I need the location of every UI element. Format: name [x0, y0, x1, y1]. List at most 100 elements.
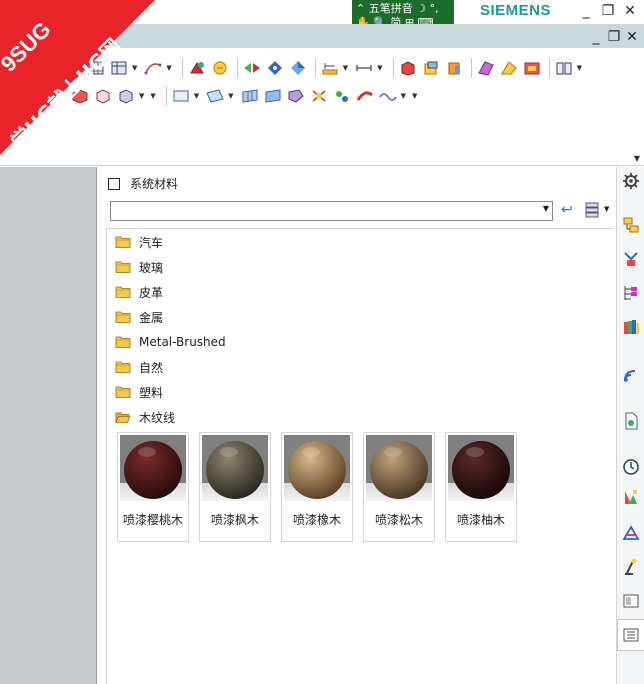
resource-bar [616, 167, 644, 684]
constraint-navigator-icon[interactable] [621, 249, 641, 269]
ruler-icon[interactable] [354, 59, 374, 77]
assembly-navigator-icon[interactable] [621, 215, 641, 235]
wave-icon[interactable] [378, 87, 398, 105]
cylinder-icon[interactable] [444, 59, 464, 77]
rect-icon[interactable] [171, 87, 191, 105]
folder-label: Metal-Brushed [139, 335, 226, 349]
plane-icon[interactable] [205, 87, 225, 105]
part-navigator-icon[interactable] [621, 283, 641, 303]
reuse-library-icon[interactable] [621, 317, 641, 337]
system-materials-icon[interactable] [621, 487, 641, 507]
material-tile[interactable]: 喷漆橡木 [281, 432, 353, 542]
ribbon-toolbar: ▼ ▼ ▼ ▼ ▼ ▼ ▼ ▼ ▼ ▼ ▼ ▼ [0, 48, 644, 166]
sweep-icon[interactable] [499, 59, 519, 77]
material-tile[interactable]: 喷漆枫木 [199, 432, 271, 542]
history-icon[interactable] [621, 457, 641, 477]
chevron-down-icon[interactable]: ▼ [543, 204, 549, 213]
toolbar-row-2: ▼ ▼ ▼ ▼ ▼ ▼ [70, 84, 423, 108]
close-button[interactable]: ✕ [620, 1, 640, 21]
minimize-button[interactable]: _ [576, 1, 596, 21]
solid-icon[interactable] [70, 87, 90, 105]
grid-icon[interactable] [86, 59, 106, 77]
panel-checkbox[interactable] [108, 177, 120, 190]
folder-icon [115, 235, 131, 249]
material-tile[interactable]: 喷漆松木 [363, 432, 435, 542]
materials-list: 汽车 玻璃 皮革 金属 Metal-Brushed 自然 塑料 木纹线 喷漆樱桃木 喷漆枫木 喷漆… [106, 228, 614, 684]
patch-icon[interactable] [263, 87, 283, 105]
table-icon[interactable] [109, 59, 129, 77]
joint-icon[interactable] [332, 87, 352, 105]
table-dropdown[interactable]: ▼ [132, 64, 137, 72]
web-browser-icon[interactable] [621, 411, 641, 431]
measure-dropdown[interactable]: ▼ [343, 64, 348, 72]
folder-item[interactable]: Metal-Brushed [115, 332, 226, 352]
shell-icon[interactable] [116, 87, 136, 105]
hd3d-tools-icon[interactable] [621, 365, 641, 385]
view-mode-dropdown[interactable]: ▼ [604, 205, 609, 213]
folder-icon [115, 335, 131, 349]
folder-item[interactable]: 汽车 [115, 232, 163, 252]
folder-label: 玻璃 [139, 260, 164, 275]
palette-library-icon[interactable] [621, 625, 641, 645]
view-mode-icon[interactable] [584, 201, 600, 219]
blend-icon[interactable] [286, 87, 306, 105]
folder-item[interactable]: 金属 [115, 307, 163, 327]
material-preview-image [448, 435, 514, 501]
ribbon-expand-arrow[interactable]: ▼ [634, 154, 640, 163]
extrude-icon[interactable] [398, 59, 418, 77]
roles-icon[interactable] [621, 591, 641, 611]
wave-more-dropdown[interactable]: ▼ [412, 92, 417, 100]
restore-button[interactable]: ❐ [598, 1, 618, 21]
folder-icon [115, 310, 131, 324]
material-tiles: 喷漆樱桃木 喷漆枫木 喷漆橡木 喷漆松木 喷漆柚木 [117, 432, 527, 542]
light-icon[interactable] [210, 59, 230, 77]
measure-icon[interactable] [320, 59, 340, 77]
back-icon[interactable]: ↩ [561, 201, 577, 219]
wave-dropdown[interactable]: ▼ [401, 92, 406, 100]
system-materials-panel: 系统材料 ▼ ↩ ▼ 汽车 玻璃 皮革 金属 Metal-Brushed 自然 塑料 木纹线 … [98, 167, 616, 684]
render-icon[interactable] [187, 59, 207, 77]
material-preview-image [202, 435, 268, 501]
rect-dropdown[interactable]: ▼ [194, 92, 199, 100]
curve-icon[interactable] [143, 59, 163, 77]
loft-icon[interactable] [522, 59, 542, 77]
material-tile[interactable]: 喷漆樱桃木 [117, 432, 189, 542]
folder-item[interactable]: 自然 [115, 357, 163, 377]
trim-icon[interactable] [309, 87, 329, 105]
shell-dropdown[interactable]: ▼ [139, 92, 144, 100]
doc-minimize-button[interactable]: _ [586, 27, 606, 47]
folder-item[interactable]: 玻璃 [115, 257, 163, 277]
folder-label: 皮革 [139, 285, 164, 300]
folder-item[interactable]: 皮革 [115, 282, 163, 302]
folder-item[interactable]: 木纹线 [115, 407, 175, 427]
ray-icon[interactable] [242, 59, 262, 77]
book-icon[interactable] [554, 59, 574, 77]
folder-item[interactable]: 塑料 [115, 382, 163, 402]
material-preview-image [284, 435, 350, 501]
book-dropdown[interactable]: ▼ [577, 64, 582, 72]
block-icon[interactable] [421, 59, 441, 77]
graphics-window[interactable] [0, 167, 97, 684]
ruler-dropdown[interactable]: ▼ [377, 64, 382, 72]
material-tile[interactable]: 喷漆柚木 [445, 432, 517, 542]
box-icon[interactable] [93, 87, 113, 105]
folder-label: 自然 [139, 360, 164, 375]
folder-label: 塑料 [139, 385, 164, 400]
doc-close-button[interactable]: ✕ [622, 27, 642, 47]
shell-more-dropdown[interactable]: ▼ [150, 92, 155, 100]
shade-icon[interactable] [288, 59, 308, 77]
process-studio-icon[interactable] [621, 523, 641, 543]
surface-icon[interactable] [476, 59, 496, 77]
curve-dropdown[interactable]: ▼ [166, 64, 171, 72]
mesh-icon[interactable] [240, 87, 260, 105]
gear-icon[interactable] [621, 171, 641, 191]
manufacturing-wizards-icon[interactable] [621, 557, 641, 577]
scene-icon[interactable] [265, 59, 285, 77]
doc-restore-button[interactable]: ❐ [604, 27, 624, 47]
title-bar: SIEMENS _ ❐ ✕ [0, 0, 644, 24]
plane-dropdown[interactable]: ▼ [228, 92, 233, 100]
path-combobox[interactable]: ▼ [110, 201, 553, 221]
material-label: 喷漆橡木 [292, 513, 341, 527]
pipe-icon[interactable] [355, 87, 375, 105]
folder-open-icon [115, 410, 131, 424]
